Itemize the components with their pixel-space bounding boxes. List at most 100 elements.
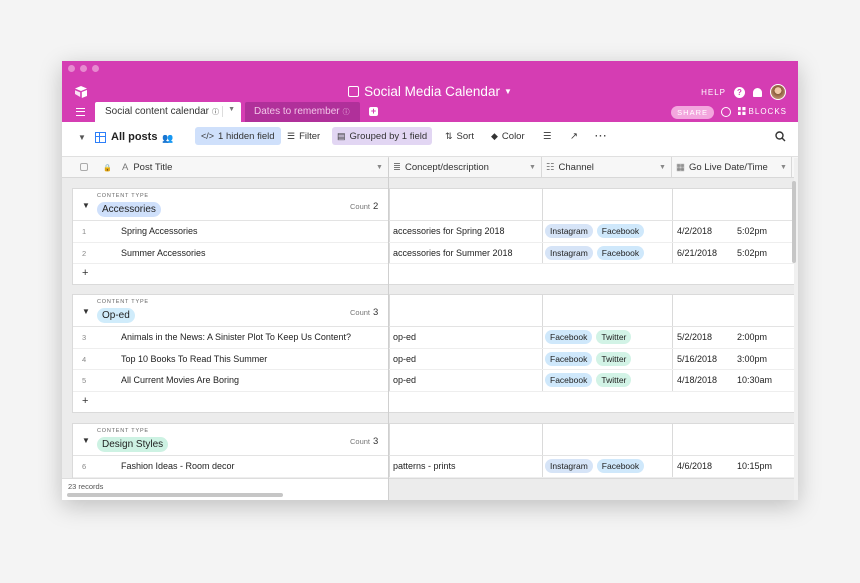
- column-header-post-title[interactable]: A Post Title: [122, 157, 172, 178]
- channel-cell[interactable]: Facebook Twitter: [545, 351, 632, 366]
- filter-button[interactable]: ☰ Filter: [287, 131, 320, 142]
- group-header[interactable]: ▼ CONTENT TYPE Accessories Count 2: [73, 189, 798, 221]
- post-title-cell[interactable]: Spring Accessories: [121, 226, 198, 236]
- post-title-cell[interactable]: Top 10 Books To Read This Summer: [121, 354, 267, 364]
- group-header[interactable]: ▼ CONTENT TYPE Design Styles Count 3: [73, 424, 798, 456]
- collapse-group-icon[interactable]: ▼: [82, 201, 90, 210]
- collapse-group-icon[interactable]: ▼: [82, 307, 90, 316]
- concept-cell[interactable]: op-ed: [393, 332, 416, 342]
- row-height-icon[interactable]: ☰: [543, 131, 552, 142]
- post-title-cell[interactable]: All Current Movies Are Boring: [121, 375, 239, 385]
- table-row[interactable]: 5 All Current Movies Are Boring op-ed Faceb…: [73, 370, 798, 392]
- go-live-date-cell[interactable]: 4/18/2018: [677, 375, 717, 385]
- post-title-cell[interactable]: Fashion Ideas - Room decor: [121, 461, 235, 471]
- table-row[interactable]: 2 Summer Accessories accessories for Summe…: [73, 242, 798, 264]
- table-row[interactable]: 1 Spring Accessories accessories for Sprin…: [73, 221, 798, 243]
- count-value: 3: [373, 436, 379, 447]
- user-avatar[interactable]: [770, 84, 786, 100]
- go-live-date-cell[interactable]: 5/16/2018: [677, 354, 717, 364]
- column-menu-icon[interactable]: ▼: [780, 164, 787, 171]
- add-record-button[interactable]: +: [82, 395, 88, 407]
- sort-button[interactable]: ⇅ Sort: [445, 131, 474, 142]
- column-divider: [389, 327, 390, 348]
- tab-dates-to-remember[interactable]: Dates to remember ⓘ: [245, 102, 360, 122]
- post-title-cell[interactable]: Summer Accessories: [121, 248, 206, 258]
- close-window-button[interactable]: [68, 65, 75, 72]
- table-row[interactable]: 4 Top 10 Books To Read This Summer op-ed Fa…: [73, 348, 798, 370]
- channel-cell[interactable]: Instagram Facebook: [545, 459, 645, 473]
- channel-cell[interactable]: Instagram Facebook: [545, 224, 645, 238]
- help-icon[interactable]: ?: [734, 86, 745, 98]
- search-icon[interactable]: [775, 131, 786, 142]
- table-row[interactable]: 3 Animals in the News: A Sinister Plot To…: [73, 327, 798, 349]
- tab-social-content-calendar[interactable]: Social content calendar ⓘ ▼: [95, 102, 241, 122]
- channel-pill: Twitter: [596, 373, 632, 387]
- go-live-time-cell[interactable]: 2:00pm: [737, 332, 767, 342]
- collapse-group-icon[interactable]: ▼: [82, 436, 90, 445]
- color-button[interactable]: ◆ Color: [491, 131, 525, 142]
- view-sidebar-toggle-icon[interactable]: ▼: [78, 133, 86, 142]
- go-live-date-cell[interactable]: 4/2/2018: [677, 226, 712, 236]
- info-icon[interactable]: ⓘ: [343, 109, 350, 116]
- post-title-cell[interactable]: Animals in the News: A Sinister Plot To …: [121, 332, 351, 342]
- channel-cell[interactable]: Instagram Facebook: [545, 245, 645, 260]
- channel-pill: Instagram: [545, 459, 593, 473]
- column-menu-icon[interactable]: ▼: [376, 164, 383, 171]
- more-options-button[interactable]: ···: [595, 131, 608, 142]
- column-divider: [672, 221, 673, 242]
- column-header-concept[interactable]: ≣ Concept/description: [393, 157, 489, 178]
- tab-dropdown-icon[interactable]: ▼: [228, 106, 235, 113]
- select-all-checkbox[interactable]: [80, 163, 88, 171]
- column-menu-icon[interactable]: ▼: [659, 164, 666, 171]
- collaborative-view-icon[interactable]: 👥: [162, 133, 173, 144]
- channel-cell[interactable]: Facebook Twitter: [545, 330, 632, 344]
- group-field-label: CONTENT TYPE: [97, 193, 149, 199]
- view-switcher[interactable]: All posts: [95, 131, 157, 143]
- go-live-time-cell[interactable]: 5:02pm: [737, 248, 767, 258]
- group-count: Count 2: [350, 201, 378, 212]
- add-table-button[interactable]: +: [369, 107, 378, 116]
- concept-cell[interactable]: accessories for Spring 2018: [393, 226, 505, 236]
- column-divider: [542, 456, 543, 477]
- channel-pill: Instagram: [545, 224, 593, 238]
- go-live-time-cell[interactable]: 10:15pm: [737, 461, 772, 471]
- concept-cell[interactable]: patterns - prints: [393, 461, 456, 471]
- help-link[interactable]: HELP: [701, 88, 726, 97]
- share-button[interactable]: SHARE: [671, 106, 714, 119]
- minimize-window-button[interactable]: [80, 65, 87, 72]
- concept-cell[interactable]: op-ed: [393, 375, 416, 385]
- horizontal-scrollbar[interactable]: [67, 493, 283, 497]
- hide-fields-button[interactable]: </> 1 hidden field: [195, 127, 281, 145]
- go-live-time-cell[interactable]: 3:00pm: [737, 354, 767, 364]
- notification-bell-icon[interactable]: [753, 87, 762, 97]
- hamburger-menu-icon[interactable]: [76, 108, 85, 116]
- column-divider: [542, 370, 543, 391]
- go-live-time-cell[interactable]: 5:02pm: [737, 226, 767, 236]
- column-header-go-live[interactable]: ▦ Go Live Date/Time: [676, 157, 768, 178]
- column-divider: [672, 189, 673, 220]
- concept-cell[interactable]: accessories for Summer 2018: [393, 248, 513, 258]
- maximize-window-button[interactable]: [92, 65, 99, 72]
- add-record-row[interactable]: +: [73, 264, 798, 284]
- column-menu-icon[interactable]: ▼: [529, 164, 536, 171]
- go-live-date-cell[interactable]: 4/6/2018: [677, 461, 712, 471]
- history-icon[interactable]: [721, 107, 731, 117]
- share-view-icon[interactable]: ↗: [570, 131, 578, 142]
- group-button[interactable]: ▤ Grouped by 1 field: [332, 127, 433, 145]
- go-live-date-cell[interactable]: 6/21/2018: [677, 248, 717, 258]
- concept-cell[interactable]: op-ed: [393, 354, 416, 364]
- add-record-button[interactable]: +: [82, 267, 88, 279]
- group-header[interactable]: ▼ CONTENT TYPE Op-ed Count 3: [73, 295, 798, 327]
- add-record-row[interactable]: +: [73, 392, 798, 412]
- table-row[interactable]: 6 Fashion Ideas - Room decor patterns - pr…: [73, 456, 798, 478]
- info-icon[interactable]: ⓘ: [212, 109, 219, 116]
- base-title-button[interactable]: Social Media Calendar ▼: [62, 84, 798, 99]
- go-live-time-cell[interactable]: 10:30am: [737, 375, 772, 385]
- blocks-button[interactable]: BLOCKS: [737, 107, 787, 116]
- vertical-scrollbar[interactable]: [792, 181, 796, 263]
- go-live-date-cell[interactable]: 5/2/2018: [677, 332, 712, 342]
- column-header-channel[interactable]: ☷ Channel: [546, 157, 594, 178]
- group-label: Grouped by 1 field: [349, 130, 428, 142]
- channel-cell[interactable]: Facebook Twitter: [545, 373, 632, 387]
- column-label: Concept/description: [404, 162, 489, 173]
